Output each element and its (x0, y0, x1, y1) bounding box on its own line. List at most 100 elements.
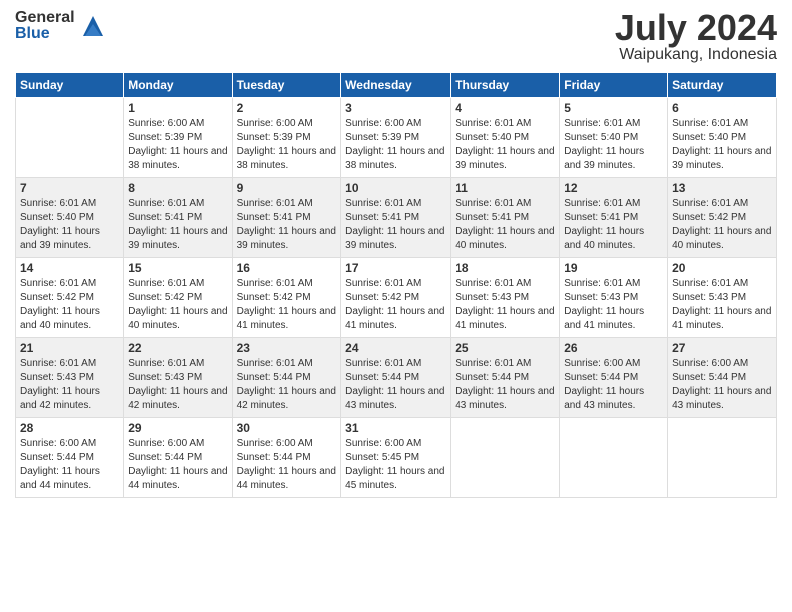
calendar-cell: 2 Sunrise: 6:00 AMSunset: 5:39 PMDaylight… (232, 98, 341, 178)
header-thursday: Thursday (451, 73, 560, 98)
day-number: 30 (237, 421, 337, 435)
day-number: 18 (455, 261, 555, 275)
day-info: Sunrise: 6:00 AMSunset: 5:44 PMDaylight:… (20, 437, 119, 493)
day-info: Sunrise: 6:01 AMSunset: 5:40 PMDaylight:… (564, 117, 663, 173)
day-info: Sunrise: 6:01 AMSunset: 5:40 PMDaylight:… (20, 197, 119, 253)
day-info: Sunrise: 6:01 AMSunset: 5:42 PMDaylight:… (20, 277, 119, 333)
logo-icon (79, 12, 107, 40)
day-number: 11 (455, 181, 555, 195)
calendar-body: 1 Sunrise: 6:00 AMSunset: 5:39 PMDaylight… (16, 98, 777, 498)
calendar-cell: 12 Sunrise: 6:01 AMSunset: 5:41 PMDayligh… (560, 178, 668, 258)
day-number: 14 (20, 261, 119, 275)
day-info: Sunrise: 6:01 AMSunset: 5:40 PMDaylight:… (672, 117, 772, 173)
week-row-4: 28 Sunrise: 6:00 AMSunset: 5:44 PMDayligh… (16, 418, 777, 498)
day-number: 17 (345, 261, 446, 275)
week-row-3: 21 Sunrise: 6:01 AMSunset: 5:43 PMDayligh… (16, 338, 777, 418)
calendar-cell: 6Sunrise: 6:01 AMSunset: 5:40 PMDaylight… (668, 98, 777, 178)
day-number: 24 (345, 341, 446, 355)
calendar-cell: 17Sunrise: 6:01 AMSunset: 5:42 PMDayligh… (341, 258, 451, 338)
calendar-cell: 24 Sunrise: 6:01 AMSunset: 5:44 PMDayligh… (341, 338, 451, 418)
calendar-cell: 19 Sunrise: 6:01 AMSunset: 5:43 PMDayligh… (560, 258, 668, 338)
day-info: Sunrise: 6:01 AMSunset: 5:41 PMDaylight:… (345, 197, 446, 253)
calendar-cell: 23Sunrise: 6:01 AMSunset: 5:44 PMDayligh… (232, 338, 341, 418)
header-saturday: Saturday (668, 73, 777, 98)
day-number: 16 (237, 261, 337, 275)
day-number: 25 (455, 341, 555, 355)
day-info: Sunrise: 6:00 AMSunset: 5:39 PMDaylight:… (345, 117, 446, 173)
day-number: 7 (20, 181, 119, 195)
logo-text: General Blue (15, 10, 75, 42)
header-sunday: Sunday (16, 73, 124, 98)
day-info: Sunrise: 6:01 AMSunset: 5:44 PMDaylight:… (237, 357, 337, 413)
day-info: Sunrise: 6:01 AMSunset: 5:41 PMDaylight:… (128, 197, 227, 253)
day-info: Sunrise: 6:01 AMSunset: 5:43 PMDaylight:… (455, 277, 555, 333)
day-info: Sunrise: 6:00 AMSunset: 5:45 PMDaylight:… (345, 437, 446, 493)
day-number: 5 (564, 101, 663, 115)
calendar-cell: 27Sunrise: 6:00 AMSunset: 5:44 PMDayligh… (668, 338, 777, 418)
day-info: Sunrise: 6:01 AMSunset: 5:43 PMDaylight:… (128, 357, 227, 413)
calendar-cell (451, 418, 560, 498)
day-number: 29 (128, 421, 227, 435)
calendar-cell: 22Sunrise: 6:01 AMSunset: 5:43 PMDayligh… (124, 338, 232, 418)
day-number: 19 (564, 261, 663, 275)
day-info: Sunrise: 6:01 AMSunset: 5:43 PMDaylight:… (672, 277, 772, 333)
day-number: 1 (128, 101, 227, 115)
calendar-cell: 9Sunrise: 6:01 AMSunset: 5:41 PMDaylight… (232, 178, 341, 258)
header-friday: Friday (560, 73, 668, 98)
day-info: Sunrise: 6:01 AMSunset: 5:43 PMDaylight:… (564, 277, 663, 333)
calendar-cell: 25 Sunrise: 6:01 AMSunset: 5:44 PMDayligh… (451, 338, 560, 418)
day-info: Sunrise: 6:01 AMSunset: 5:42 PMDaylight:… (128, 277, 227, 333)
calendar-cell (668, 418, 777, 498)
day-info: Sunrise: 6:00 AMSunset: 5:44 PMDaylight:… (237, 437, 337, 493)
calendar-cell (560, 418, 668, 498)
header-monday: Monday (124, 73, 232, 98)
day-number: 31 (345, 421, 446, 435)
day-info: Sunrise: 6:01 AMSunset: 5:41 PMDaylight:… (564, 197, 663, 253)
calendar-cell: 10Sunrise: 6:01 AMSunset: 5:41 PMDayligh… (341, 178, 451, 258)
logo: General Blue (15, 10, 107, 42)
day-info: Sunrise: 6:01 AMSunset: 5:41 PMDaylight:… (237, 197, 337, 253)
calendar-cell: 15 Sunrise: 6:01 AMSunset: 5:42 PMDayligh… (124, 258, 232, 338)
day-info: Sunrise: 6:00 AMSunset: 5:44 PMDaylight:… (564, 357, 663, 413)
calendar-cell: 3 Sunrise: 6:00 AMSunset: 5:39 PMDaylight… (341, 98, 451, 178)
calendar-cell: 8 Sunrise: 6:01 AMSunset: 5:41 PMDaylight… (124, 178, 232, 258)
calendar-cell: 4 Sunrise: 6:01 AMSunset: 5:40 PMDaylight… (451, 98, 560, 178)
header-tuesday: Tuesday (232, 73, 341, 98)
day-info: Sunrise: 6:01 AMSunset: 5:42 PMDaylight:… (237, 277, 337, 333)
day-info: Sunrise: 6:01 AMSunset: 5:44 PMDaylight:… (455, 357, 555, 413)
header-wednesday: Wednesday (341, 73, 451, 98)
location-subtitle: Waipukang, Indonesia (615, 46, 777, 64)
day-info: Sunrise: 6:00 AMSunset: 5:44 PMDaylight:… (128, 437, 227, 493)
calendar-cell: 26Sunrise: 6:00 AMSunset: 5:44 PMDayligh… (560, 338, 668, 418)
day-info: Sunrise: 6:01 AMSunset: 5:40 PMDaylight:… (455, 117, 555, 173)
day-info: Sunrise: 6:01 AMSunset: 5:44 PMDaylight:… (345, 357, 446, 413)
calendar-cell: 11 Sunrise: 6:01 AMSunset: 5:41 PMDayligh… (451, 178, 560, 258)
calendar-cell: 30 Sunrise: 6:00 AMSunset: 5:44 PMDayligh… (232, 418, 341, 498)
day-number: 12 (564, 181, 663, 195)
day-number: 20 (672, 261, 772, 275)
day-info: Sunrise: 6:00 AMSunset: 5:39 PMDaylight:… (237, 117, 337, 173)
day-number: 2 (237, 101, 337, 115)
day-number: 28 (20, 421, 119, 435)
calendar-cell: 13Sunrise: 6:01 AMSunset: 5:42 PMDayligh… (668, 178, 777, 258)
day-number: 15 (128, 261, 227, 275)
day-number: 13 (672, 181, 772, 195)
day-number: 21 (20, 341, 119, 355)
calendar-table: Sunday Monday Tuesday Wednesday Thursday… (15, 72, 777, 498)
day-number: 3 (345, 101, 446, 115)
calendar-cell: 18 Sunrise: 6:01 AMSunset: 5:43 PMDayligh… (451, 258, 560, 338)
calendar-cell: 1 Sunrise: 6:00 AMSunset: 5:39 PMDaylight… (124, 98, 232, 178)
calendar-header: Sunday Monday Tuesday Wednesday Thursday… (16, 73, 777, 98)
calendar-cell: 20 Sunrise: 6:01 AMSunset: 5:43 PMDayligh… (668, 258, 777, 338)
calendar-cell: 21 Sunrise: 6:01 AMSunset: 5:43 PMDayligh… (16, 338, 124, 418)
day-number: 4 (455, 101, 555, 115)
week-row-2: 14 Sunrise: 6:01 AMSunset: 5:42 PMDayligh… (16, 258, 777, 338)
calendar-cell (16, 98, 124, 178)
day-info: Sunrise: 6:00 AMSunset: 5:39 PMDaylight:… (128, 117, 227, 173)
calendar-cell: 7 Sunrise: 6:01 AMSunset: 5:40 PMDaylight… (16, 178, 124, 258)
day-info: Sunrise: 6:01 AMSunset: 5:43 PMDaylight:… (20, 357, 119, 413)
day-info: Sunrise: 6:01 AMSunset: 5:41 PMDaylight:… (455, 197, 555, 253)
day-number: 8 (128, 181, 227, 195)
weekday-header-row: Sunday Monday Tuesday Wednesday Thursday… (16, 73, 777, 98)
logo-blue: Blue (15, 26, 75, 42)
